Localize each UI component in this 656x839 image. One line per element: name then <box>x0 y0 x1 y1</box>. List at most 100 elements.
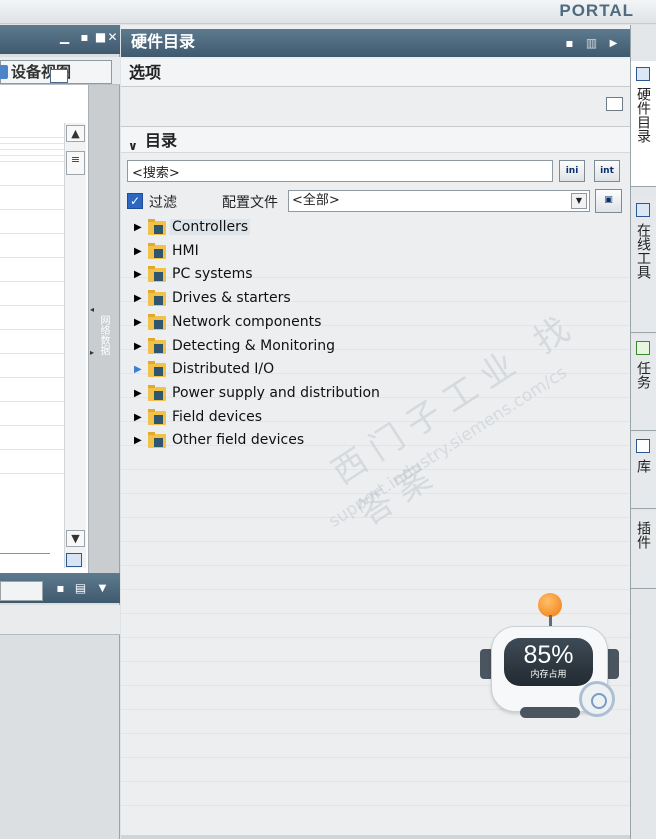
tree-item[interactable]: ▶ Controllers <box>134 217 494 240</box>
task-cards-tabs: 硬件目录 在线工具 任务 库 插件 <box>630 25 656 839</box>
panel-titlebar: 硬件目录 ▪ ▥ ▶ <box>121 29 630 57</box>
expand-arrow-icon[interactable]: ▶ <box>134 246 142 257</box>
profile-select-value: <全部> <box>292 193 340 208</box>
tree-item-label: HMI <box>172 242 199 259</box>
profile-label: 配置文件 <box>222 195 278 211</box>
bottom-edge <box>121 835 630 839</box>
robot-foot <box>520 707 580 718</box>
folder-icon <box>148 384 166 401</box>
tab-tasks[interactable]: 任务 <box>631 335 656 431</box>
collapse-right-icon[interactable]: ▶ <box>607 37 620 50</box>
folder-icon <box>148 313 166 330</box>
tab-label: 库 <box>635 459 651 473</box>
expand-arrow-icon[interactable]: ▶ <box>134 222 142 233</box>
expand-arrow-icon[interactable]: ▶ <box>134 317 142 328</box>
tree-item[interactable]: ▶ Drives & starters <box>134 288 494 311</box>
filter-row: ✓ 过滤 配置文件 <全部> ▼ ▣ <box>127 189 627 214</box>
memory-label: 内存占用 <box>530 670 567 680</box>
tree-item-label: Controllers <box>170 219 251 235</box>
options-area <box>121 87 630 125</box>
folder-icon <box>148 337 166 354</box>
tab-label: 在线工具 <box>635 223 651 279</box>
tab-online-tools[interactable]: 在线工具 <box>631 197 656 333</box>
minimize-icon[interactable]: ▁ <box>58 31 71 44</box>
settings-gear-icon[interactable] <box>579 681 615 717</box>
table-icon[interactable] <box>50 69 68 83</box>
folder-icon <box>148 408 166 425</box>
scroll-up-icon[interactable]: ▲ <box>66 125 85 142</box>
catalog-icon <box>636 67 650 81</box>
folder-icon <box>148 266 166 283</box>
tree-item-label: Drives & starters <box>172 290 291 307</box>
tree-item[interactable]: ▶ PC systems <box>134 264 494 287</box>
scroll-down-icon[interactable]: ▼ <box>66 530 85 547</box>
close-icon[interactable]: ✕ <box>106 31 119 44</box>
tree-item-label: Detecting & Monitoring <box>172 337 336 354</box>
tree-item-label: Field devices <box>172 408 263 425</box>
float-window-icon[interactable]: ▪ <box>78 31 91 44</box>
left-pane: ▁ ▪ ■ ✕ 设备视图 ▲ ≡ ▼ ◂ 网络数据 ▸ ▪ ▤ ▼ <box>0 25 120 839</box>
folder-icon <box>148 290 166 307</box>
dropdown-icon[interactable]: ▼ <box>96 582 109 595</box>
dropdown-arrow-icon[interactable]: ▼ <box>571 193 587 209</box>
panel-title: 硬件目录 <box>131 32 196 51</box>
float-window-icon[interactable]: ▪ <box>54 582 67 595</box>
memory-usage-widget[interactable]: 85% 内存占用 <box>478 593 623 728</box>
tasks-icon <box>636 341 650 355</box>
device-view-icon <box>0 65 8 79</box>
inspector-tab[interactable] <box>0 581 43 601</box>
search-down-button[interactable]: ini <box>559 160 585 182</box>
tree-item-label: PC systems <box>172 266 253 283</box>
tab-label: 插件 <box>635 521 651 549</box>
tab-label: 任务 <box>635 361 651 389</box>
folder-icon <box>148 219 166 235</box>
online-tools-icon <box>636 203 650 217</box>
expand-arrow-icon[interactable]: ▸ <box>90 348 94 357</box>
expand-arrow-icon[interactable]: ▶ <box>134 341 142 352</box>
zoom-slider[interactable] <box>0 553 50 565</box>
filter-checkbox[interactable]: ✓ <box>127 193 143 209</box>
catalog-header-label: 目录 <box>145 131 178 150</box>
memory-percent: 85% <box>523 641 574 669</box>
tab-libraries[interactable]: 库 <box>631 433 656 509</box>
library-icon <box>636 439 650 453</box>
tree-item[interactable]: ▶ HMI <box>134 241 494 264</box>
expand-arrow-icon[interactable]: ▶ <box>134 364 142 375</box>
antenna-ball-icon <box>538 593 562 617</box>
filter-label: 过滤 <box>149 195 177 211</box>
expand-arrow-icon[interactable]: ▶ <box>134 269 142 280</box>
profile-select[interactable]: <全部> ▼ <box>288 190 590 212</box>
panel-layout-icon[interactable] <box>606 97 623 111</box>
folder-icon <box>148 361 166 378</box>
top-bar: PORTAL <box>0 0 656 24</box>
robot-face: 85% 内存占用 <box>504 638 593 686</box>
options-header[interactable]: 选项 <box>121 59 630 87</box>
search-input[interactable] <box>127 160 553 182</box>
layout-icon[interactable]: ▥ <box>585 37 598 50</box>
network-data-sidebar[interactable]: ◂ 网络数据 ▸ <box>88 85 119 573</box>
expand-arrow-icon[interactable]: ▶ <box>134 435 142 446</box>
device-info-button[interactable]: ▣ <box>595 189 622 213</box>
left-pane-titlebar: ▁ ▪ ■ ✕ <box>0 25 120 54</box>
catalog-header[interactable]: ∨ 目录 <box>121 126 630 153</box>
tree-item-label: Distributed I/O <box>172 361 275 378</box>
search-up-button[interactable]: int <box>594 160 620 182</box>
tab-hardware-catalog[interactable]: 硬件目录 <box>631 61 656 187</box>
layout-icon[interactable]: ▤ <box>74 582 87 595</box>
overview-icon[interactable] <box>66 553 82 567</box>
collapse-arrow-icon[interactable]: ◂ <box>90 305 94 314</box>
expand-arrow-icon[interactable]: ▶ <box>134 388 142 399</box>
portal-brand: PORTAL <box>559 1 634 20</box>
folder-icon <box>148 242 166 259</box>
float-window-icon[interactable]: ▪ <box>563 37 576 50</box>
expand-arrow-icon[interactable]: ▶ <box>134 412 142 423</box>
vertical-scrollbar[interactable]: ▲ ≡ ▼ <box>64 123 86 568</box>
folder-icon <box>148 432 166 449</box>
tree-item-label: Network components <box>172 313 322 330</box>
expand-arrow-icon[interactable]: ▶ <box>134 293 142 304</box>
chevron-down-icon[interactable]: ∨ <box>128 133 138 160</box>
scroll-thumb[interactable]: ≡ <box>66 151 85 175</box>
network-data-label: 网络数据 <box>98 315 109 355</box>
tab-add-ins[interactable]: 插件 <box>631 511 656 589</box>
tab-label: 硬件目录 <box>635 87 651 143</box>
